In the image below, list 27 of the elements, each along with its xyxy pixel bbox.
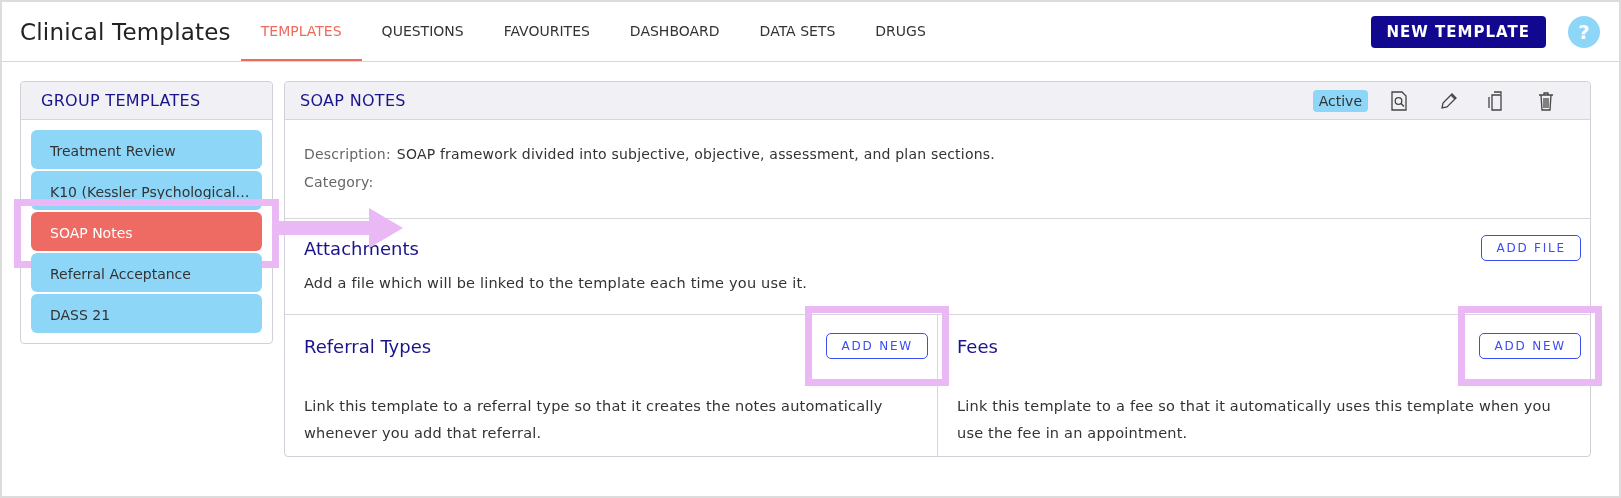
sidebar-title: GROUP TEMPLATES — [21, 82, 272, 120]
field-label: Category: — [304, 173, 374, 192]
field-label: Description: — [304, 145, 391, 164]
new-template-button[interactable]: NEW TEMPLATE — [1370, 15, 1546, 48]
nav-tab[interactable]: DRUGS — [855, 2, 946, 61]
template-item[interactable]: Treatment Review — [31, 130, 262, 169]
template-item[interactable]: Referral Acceptance — [31, 253, 262, 292]
section-description: Link this template to a referral type so that it creates the notes automatically whenever you add that referral. — [304, 397, 884, 443]
delete-icon[interactable] — [1537, 90, 1554, 111]
section-description: Add a file which will be linked to the template each time you use it. — [304, 274, 809, 293]
add-button[interactable]: ADD NEW — [826, 333, 928, 359]
add-button[interactable]: ADD NEW — [1479, 333, 1581, 359]
nav-tab[interactable]: DASHBOARD — [609, 2, 740, 61]
field-value: SOAP framework divided into subjective, objective, assessment, and plan sections. — [396, 145, 995, 164]
nav-tab[interactable]: FAVOURITES — [483, 2, 610, 61]
section-heading: Attachments — [304, 237, 419, 259]
document-search-icon[interactable] — [1389, 90, 1408, 111]
nav-tab[interactable]: QUESTIONS — [361, 2, 484, 61]
section-description: Link this template to a fee so that it automatically uses this template when you use the fee in an appointment. — [957, 397, 1552, 443]
section-heading: Fees — [957, 335, 998, 357]
add-button[interactable]: ADD FILE — [1481, 235, 1581, 261]
section-heading: Referral Types — [304, 335, 432, 357]
nav-tab[interactable]: DATA SETS — [739, 2, 856, 61]
app-title: Clinical Templates — [20, 18, 231, 45]
status-badge: Active — [1312, 89, 1368, 112]
template-title: SOAP NOTES — [300, 91, 407, 110]
template-item[interactable]: DASS 21 — [31, 294, 262, 333]
